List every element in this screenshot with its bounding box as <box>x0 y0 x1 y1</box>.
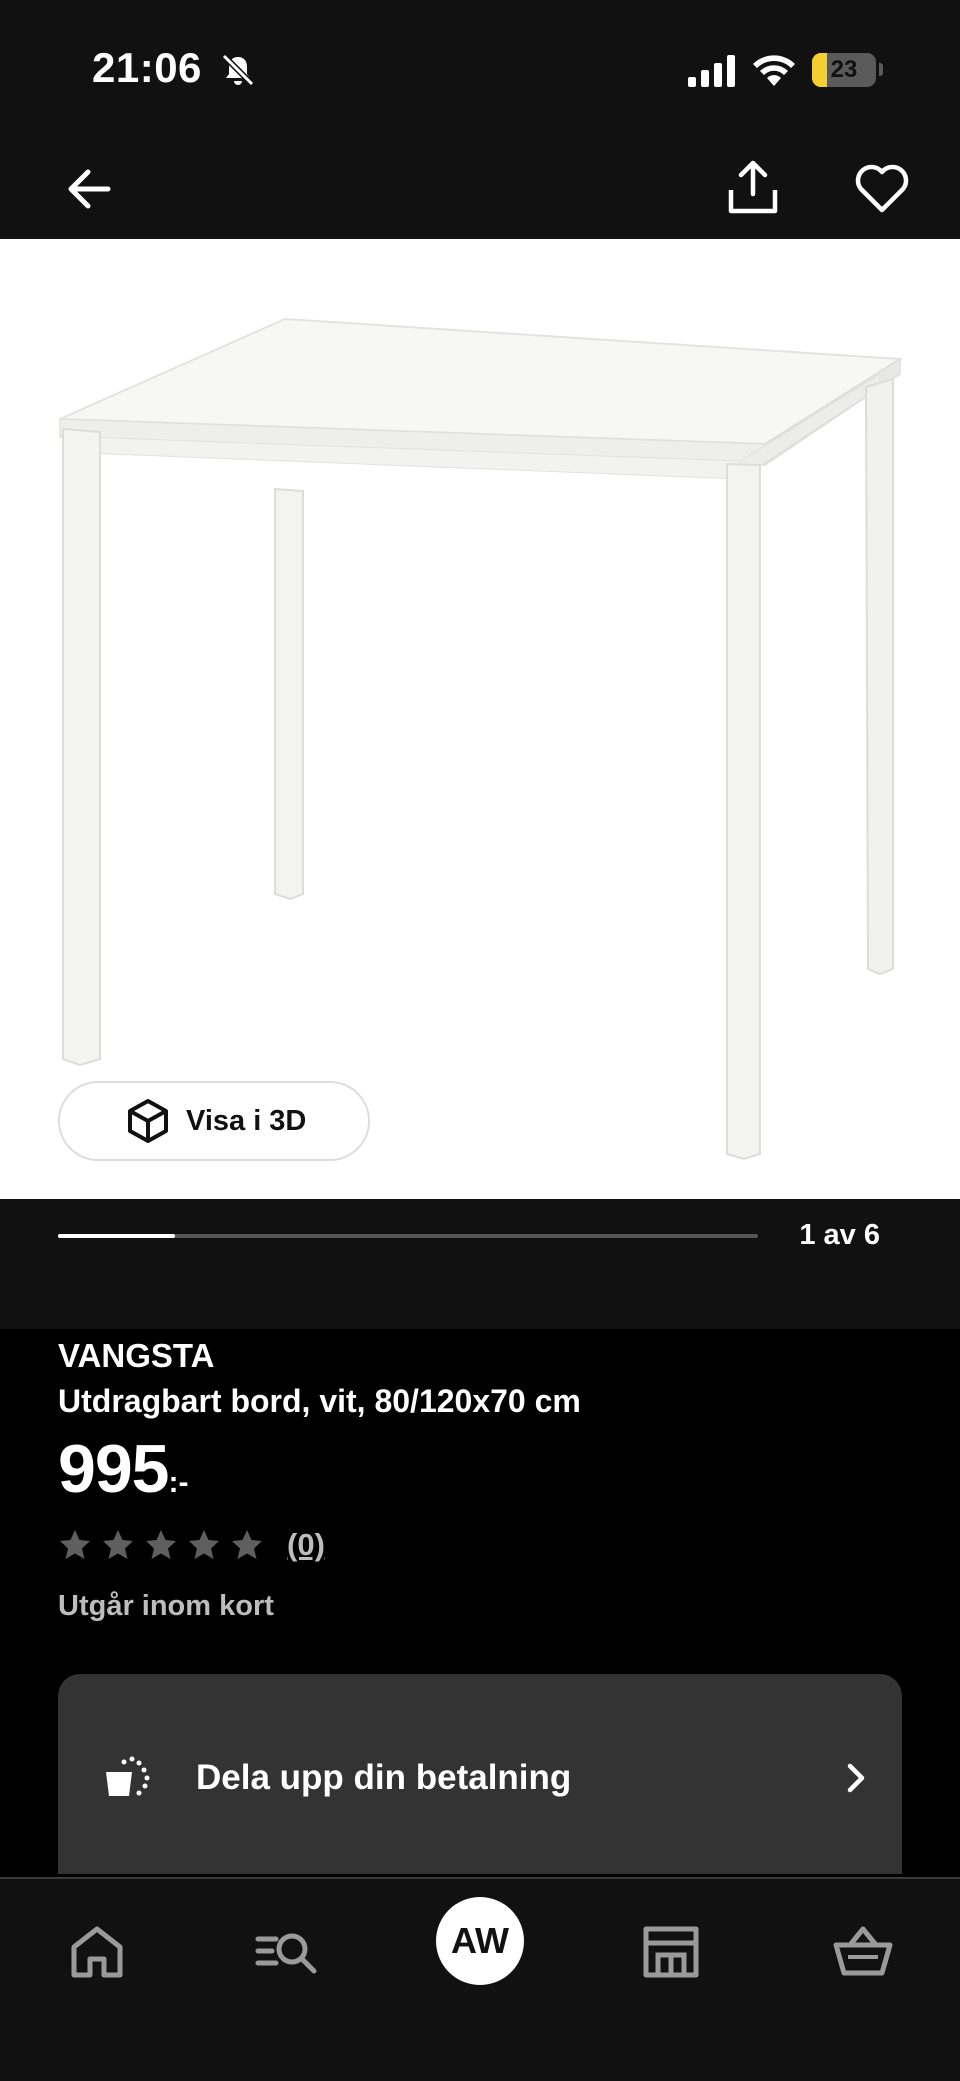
image-page-indicator: 1 av 6 <box>799 1219 880 1251</box>
product-description: Utdragbart bord, vit, 80/120x70 cm <box>58 1383 581 1419</box>
rating[interactable]: (0) <box>58 1522 918 1568</box>
table-illustration <box>59 317 904 1161</box>
wifi-icon <box>753 55 795 86</box>
top-nav <box>0 140 960 239</box>
store-icon[interactable] <box>636 1919 706 1985</box>
price-suffix: :- <box>168 1466 189 1499</box>
price-value: 995 <box>58 1431 169 1507</box>
star-icon <box>189 1530 219 1559</box>
heart-icon[interactable] <box>852 158 912 218</box>
cube-icon <box>128 1099 168 1143</box>
chevron-right-icon <box>847 1763 865 1793</box>
bottom-nav: AW <box>0 1877 960 2081</box>
product-info: VANGSTA Utdragbart bord, vit, 80/120x70 … <box>58 1334 918 1623</box>
basket-icon[interactable] <box>828 1919 898 1985</box>
avatar[interactable]: AW <box>436 1897 524 1985</box>
battery-cap <box>879 63 883 76</box>
battery-icon: 23 <box>812 53 876 87</box>
availability-status: Utgår inom kort <box>58 1590 274 1622</box>
status-bar: 21:06 23 <box>0 0 960 140</box>
bell-slash-icon <box>221 53 255 87</box>
arrow-left-icon[interactable] <box>58 158 120 220</box>
share-icon[interactable] <box>722 156 784 218</box>
product-name: VANGSTA <box>58 1337 215 1374</box>
status-time: 21:06 <box>92 44 202 91</box>
battery-level: 23 <box>830 56 858 83</box>
signal-icon <box>688 55 735 87</box>
home-icon[interactable] <box>62 1919 132 1985</box>
split-payment-card[interactable]: Dela upp din betalning <box>58 1674 902 1874</box>
carousel-progress: 1 av 6 <box>0 1199 960 1329</box>
star-rating <box>58 1528 273 1562</box>
star-icon <box>232 1530 262 1559</box>
product-image[interactable]: Visa i 3D <box>0 239 960 1199</box>
star-icon <box>103 1530 133 1559</box>
star-icon <box>60 1530 90 1559</box>
carousel-progress-track[interactable] <box>58 1234 758 1238</box>
review-count-link[interactable]: (0) <box>287 1527 325 1563</box>
search-list-icon[interactable] <box>252 1919 322 1985</box>
price: 995 :- <box>58 1432 918 1512</box>
payment-split-icon <box>106 1756 150 1796</box>
carousel-progress-fill <box>58 1234 175 1238</box>
view-in-3d-label: Visa i 3D <box>186 1104 307 1137</box>
star-icon <box>146 1530 176 1559</box>
view-in-3d-button[interactable]: Visa i 3D <box>58 1081 370 1161</box>
split-payment-label: Dela upp din betalning <box>196 1758 572 1797</box>
